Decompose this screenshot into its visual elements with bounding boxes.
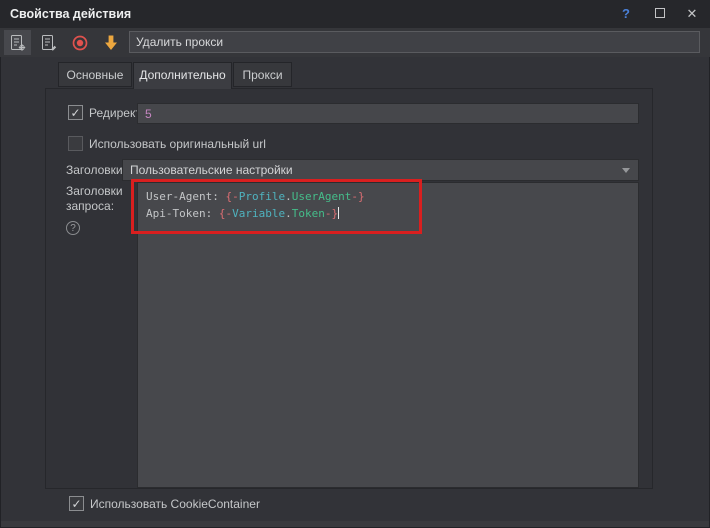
- maximize-button[interactable]: [647, 0, 673, 28]
- redirect-checkbox[interactable]: ✓: [68, 105, 83, 120]
- titlebar: Свойства действия ? ✕: [0, 0, 710, 28]
- headers-label: Заголовки:: [66, 163, 126, 177]
- dropdown-arrow-icon: [622, 168, 630, 173]
- run-action-button[interactable]: [97, 30, 124, 55]
- code-line: User-Agent: {-Profile.UserAgent-}: [146, 188, 630, 205]
- tab-advanced[interactable]: Дополнительно: [133, 62, 232, 89]
- request-headers-help-icon[interactable]: ?: [66, 221, 80, 235]
- action-properties-button[interactable]: [4, 30, 31, 55]
- action-name-input[interactable]: [129, 31, 700, 53]
- window-bottom-edge: [1, 521, 709, 527]
- help-icon: ?: [622, 6, 630, 21]
- window-title: Свойства действия: [10, 0, 131, 28]
- close-button[interactable]: ✕: [679, 0, 705, 28]
- headers-mode-selected-option: Пользовательские настройки: [130, 163, 293, 177]
- tab-proxy[interactable]: Прокси: [233, 62, 292, 87]
- original-url-checkbox[interactable]: [68, 136, 83, 151]
- request-headers-label-line2: запроса:: [66, 199, 114, 213]
- cookie-container-label: Использовать CookieContainer: [90, 497, 260, 511]
- original-url-label: Использовать оригинальный url: [89, 137, 266, 151]
- redirect-count-input[interactable]: [137, 103, 639, 124]
- record-button[interactable]: [66, 30, 93, 55]
- action-properties-dialog: Свойства действия ? ✕: [0, 0, 710, 528]
- close-icon: ✕: [687, 6, 698, 21]
- maximize-icon: [655, 8, 665, 18]
- redirect-label: Редирект: [89, 106, 141, 120]
- down-arrow-icon: [102, 34, 120, 52]
- edit-action-button[interactable]: [35, 30, 62, 55]
- code-line: Api-Token: {-Variable.Token-}: [146, 205, 630, 222]
- document-gear-icon: [9, 34, 27, 52]
- request-headers-editor[interactable]: User-Agent: {-Profile.UserAgent-}Api-Tok…: [137, 182, 639, 488]
- help-button[interactable]: ?: [613, 0, 639, 28]
- record-icon: [71, 34, 89, 52]
- headers-mode-select[interactable]: Пользовательские настройки: [122, 159, 639, 181]
- toolbar: [0, 28, 710, 57]
- tab-basic[interactable]: Основные: [58, 62, 132, 87]
- text-caret: [338, 207, 339, 219]
- document-pencil-icon: [40, 34, 58, 52]
- request-headers-label-line1: Заголовки: [66, 184, 123, 198]
- cookie-container-checkbox[interactable]: ✓: [69, 496, 84, 511]
